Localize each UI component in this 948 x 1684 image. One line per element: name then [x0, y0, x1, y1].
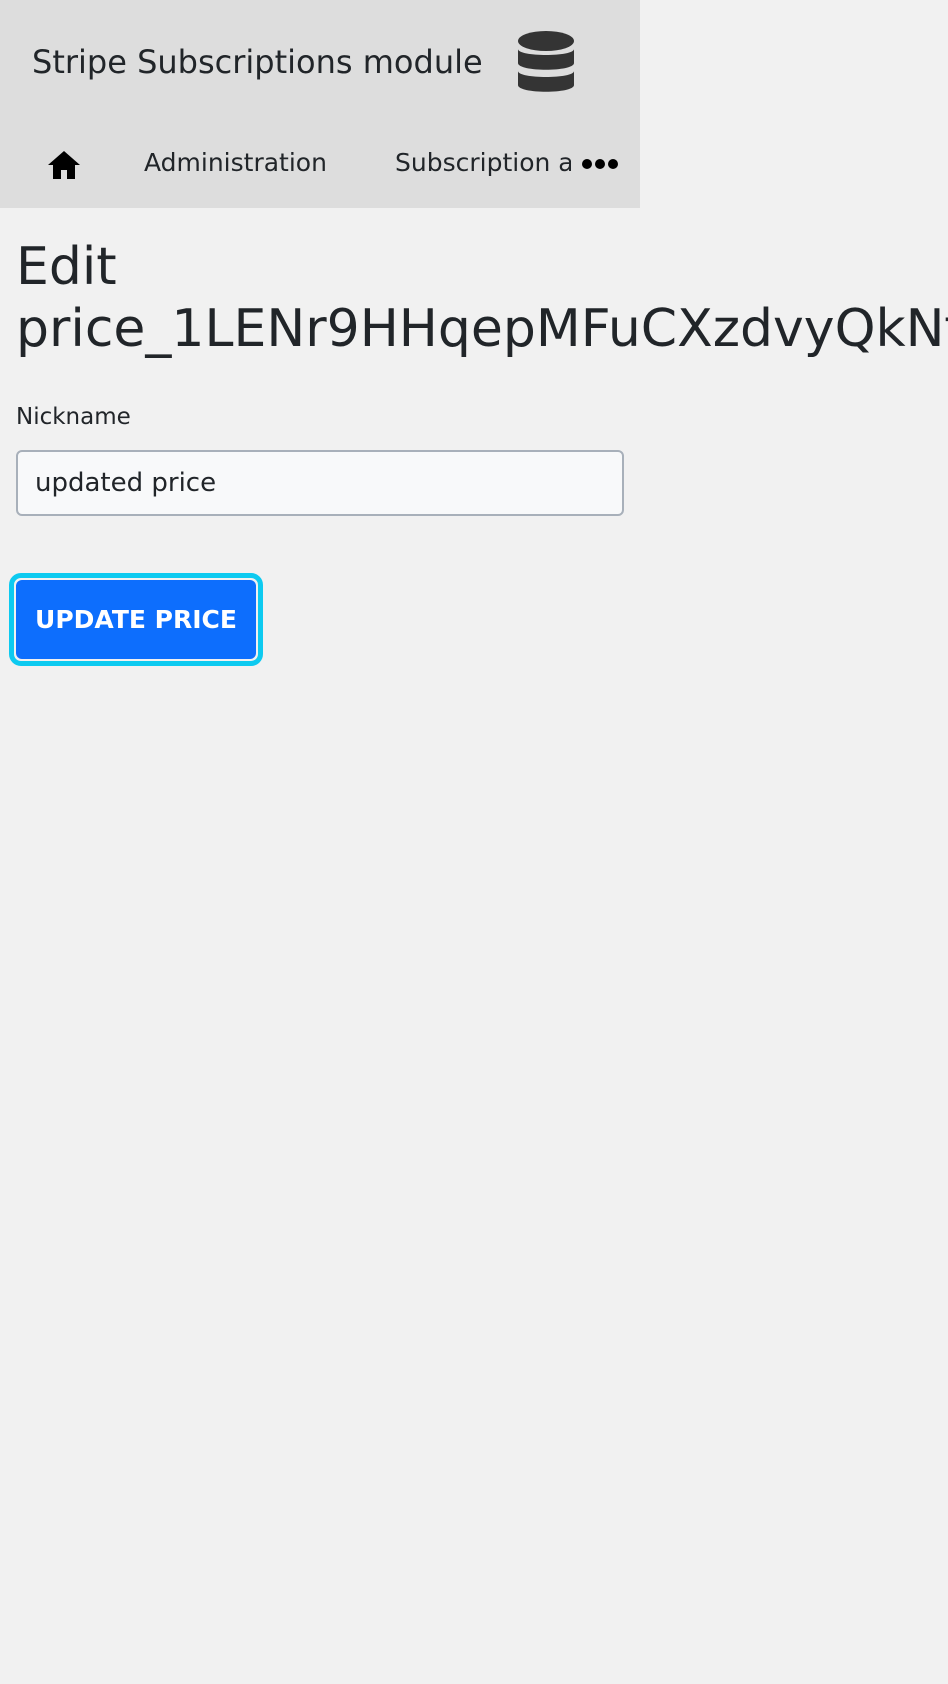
nickname-input[interactable]	[16, 450, 624, 516]
update-price-button[interactable]: UPDATE PRICE	[16, 580, 256, 659]
page-title-prefix: Edit	[16, 237, 117, 297]
database-icon	[518, 31, 574, 92]
nickname-label: Nickname	[16, 404, 131, 430]
more-dots-icon[interactable]	[580, 156, 620, 172]
nav-item-administration[interactable]: Administration	[144, 148, 327, 178]
home-icon[interactable]	[46, 148, 82, 182]
top-header: Stripe Subscriptions module Administrati…	[0, 0, 640, 208]
main-nav: Administration Subscription admin	[0, 130, 640, 200]
brand-title[interactable]: Stripe Subscriptions module	[32, 42, 483, 82]
nav-item-subscription[interactable]: Subscription admin	[395, 148, 571, 178]
page-title: Edit price_1LENr9HHqepMFuCXzdvyQkNf	[16, 236, 948, 360]
page-title-price-id: price_1LENr9HHqepMFuCXzdvyQkNf	[16, 299, 948, 359]
